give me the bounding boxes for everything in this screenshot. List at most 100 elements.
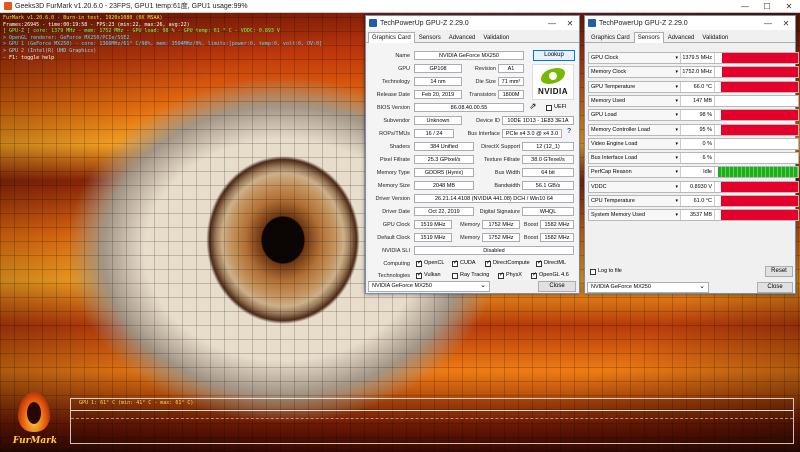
- driver-version-value[interactable]: 26.21.14.4108 (NVIDIA 441.08) DCH / Win1…: [414, 194, 574, 203]
- sensor-dropdown-icon[interactable]: ▾: [675, 125, 678, 135]
- sensor-dropdown-icon[interactable]: ▾: [675, 153, 678, 163]
- reset-button[interactable]: Reset: [765, 266, 793, 277]
- sensor-dropdown-icon[interactable]: ▾: [675, 139, 678, 149]
- sensor-label[interactable]: GPU Load ▾: [589, 110, 681, 121]
- memory-clock-value[interactable]: 1752 MHz: [482, 220, 520, 229]
- technology-value[interactable]: 14 nm: [414, 77, 462, 86]
- gpuz-sensors-window[interactable]: TechPowerUp GPU-Z 2.29.0 — ✕ Graphics Car…: [584, 15, 799, 294]
- sensor-row[interactable]: System Memory Used ▾ 3537 MB: [588, 209, 799, 222]
- sensor-dropdown-icon[interactable]: ▾: [675, 196, 678, 206]
- sensor-label[interactable]: CPU Temperature ▾: [589, 196, 681, 206]
- sensor-dropdown-icon[interactable]: ▾: [675, 182, 678, 192]
- gpu-clock-value[interactable]: 1519 MHz: [414, 220, 452, 229]
- sensor-dropdown-icon[interactable]: ▾: [675, 167, 678, 177]
- sensor-dropdown-icon[interactable]: ▾: [675, 82, 678, 92]
- sensor-dropdown-icon[interactable]: ▾: [675, 67, 678, 77]
- tab-sensors[interactable]: Sensors: [415, 32, 445, 42]
- sensor-row[interactable]: PerfCap Reason ▾ Idle: [588, 166, 799, 179]
- gpu-select-dropdown[interactable]: NVIDIA GeForce MX250: [368, 281, 490, 292]
- memory-size-value[interactable]: 2048 MB: [414, 181, 474, 190]
- technologies-label: Technologies: [377, 273, 410, 279]
- rops-tmus-value[interactable]: 16 / 24: [414, 129, 454, 138]
- device-id-value[interactable]: 10DE 1D13 - 1E83 3E1A: [502, 116, 574, 125]
- sensor-label[interactable]: System Memory Used ▾: [589, 210, 681, 221]
- close-button[interactable]: Close: [538, 281, 576, 292]
- bios-version-value[interactable]: 86.08.40.00.55: [414, 103, 524, 112]
- default-boost-value[interactable]: 1582 MHz: [540, 233, 574, 242]
- boost-value[interactable]: 1582 MHz: [540, 220, 574, 229]
- revision-value[interactable]: A1: [498, 64, 524, 73]
- lookup-button[interactable]: Lookup: [533, 50, 575, 61]
- physx-label: PhysX: [506, 272, 522, 278]
- sensor-row[interactable]: GPU Load ▾ 98 %: [588, 109, 799, 122]
- sensor-row[interactable]: Memory Controller Load ▾ 95 %: [588, 123, 799, 136]
- bandwidth-value[interactable]: 56.1 GB/s: [522, 181, 574, 190]
- vulkan-checkbox[interactable]: Vulkan: [416, 271, 441, 280]
- maximize-icon[interactable]: ☐: [756, 2, 778, 11]
- minimize-icon[interactable]: —: [543, 19, 561, 28]
- sensor-label[interactable]: GPU Clock ▾: [589, 53, 681, 63]
- sensor-label[interactable]: VDDC ▾: [589, 181, 681, 192]
- physx-checkbox[interactable]: PhysX: [498, 271, 522, 280]
- sensor-row[interactable]: GPU Temperature ▾ 66.0 °C: [588, 80, 799, 93]
- subvendor-value[interactable]: Unknown: [414, 116, 462, 125]
- osd-line: > GPU 2 (Intel(R) UHD Graphics): [3, 47, 97, 54]
- tab-advanced[interactable]: Advanced: [445, 32, 480, 42]
- sensor-label[interactable]: Bus Interface Load ▾: [589, 153, 681, 164]
- default-memory-value[interactable]: 1752 MHz: [482, 233, 520, 242]
- close-icon[interactable]: ✕: [778, 2, 800, 11]
- bus-info-icon[interactable]: ?: [567, 128, 571, 135]
- directx-value[interactable]: 12 (12_1): [522, 142, 574, 151]
- texture-fillrate-value[interactable]: 38.0 GTexel/s: [522, 155, 574, 164]
- sensor-row[interactable]: Video Engine Load ▾ 0 %: [588, 137, 799, 150]
- directml-checkbox[interactable]: DirectML: [536, 259, 566, 268]
- bus-width-value[interactable]: 64 bit: [522, 168, 574, 177]
- sensor-dropdown-icon[interactable]: ▾: [675, 53, 678, 63]
- sensor-label[interactable]: PerfCap Reason ▾: [589, 167, 681, 178]
- log-to-file-checkbox[interactable]: Log to file: [590, 267, 622, 276]
- shaders-value[interactable]: 384 Unified: [414, 142, 474, 151]
- sensor-label[interactable]: GPU Temperature ▾: [589, 81, 681, 92]
- gpuz-card-window[interactable]: TechPowerUp GPU-Z 2.29.0 — ✕ Graphics Car…: [365, 15, 580, 294]
- close-button[interactable]: Close: [757, 282, 793, 293]
- cuda-checkbox[interactable]: CUDA: [452, 259, 476, 268]
- transistors-value[interactable]: 1800M: [498, 90, 524, 99]
- sensor-row[interactable]: GPU Clock ▾ 1379.5 MHz: [588, 52, 799, 64]
- sensor-label[interactable]: Memory Clock ▾: [589, 67, 681, 78]
- pixel-fillrate-value[interactable]: 25.3 GPixel/s: [414, 155, 474, 164]
- default-clock-value[interactable]: 1519 MHz: [414, 233, 452, 242]
- sensor-row[interactable]: VDDC ▾ 0.8930 V: [588, 180, 799, 193]
- die-size-value[interactable]: 71 mm²: [498, 77, 524, 86]
- memory-type-value[interactable]: GDDR5 (Hynix): [414, 168, 474, 177]
- release-date-value[interactable]: Feb 20, 2019: [414, 90, 462, 99]
- gpu-select-dropdown[interactable]: NVIDIA GeForce MX250: [587, 282, 709, 293]
- opencl-checkbox[interactable]: OpenCL: [416, 259, 445, 268]
- furmark-titlebar[interactable]: Geeks3D FurMark v1.20.6.0 - 23FPS, GPU1 …: [0, 0, 800, 13]
- directcompute-checkbox[interactable]: DirectCompute: [485, 259, 530, 268]
- gpuz-titlebar[interactable]: TechPowerUp GPU-Z 2.29.0 — ✕: [366, 16, 579, 30]
- opengl-checkbox[interactable]: OpenGL 4.6: [531, 271, 569, 280]
- sensor-dropdown-icon[interactable]: ▾: [675, 110, 678, 120]
- nvidia-sli-value[interactable]: Disabled: [414, 246, 574, 255]
- gpu-value[interactable]: GP108: [414, 64, 462, 73]
- sensor-label[interactable]: Memory Controller Load ▾: [589, 124, 681, 135]
- sensor-row[interactable]: Memory Clock ▾ 1752.0 MHz: [588, 66, 799, 79]
- ray-tracing-checkbox[interactable]: Ray Tracing: [452, 271, 489, 280]
- share-icon[interactable]: ⇗: [529, 101, 537, 112]
- digital-signature-value[interactable]: WHQL: [522, 207, 574, 216]
- sensor-dropdown-icon[interactable]: ▾: [675, 210, 678, 220]
- minimize-icon[interactable]: —: [734, 2, 756, 11]
- sensor-label[interactable]: Memory Used ▾: [589, 95, 681, 106]
- sensor-row[interactable]: Memory Used ▾ 147 MB: [588, 94, 799, 107]
- bus-interface-value[interactable]: PCIe x4 3.0 @ x4 3.0: [502, 129, 562, 138]
- tab-graphics-card[interactable]: Graphics Card: [368, 32, 415, 43]
- driver-date-value[interactable]: Oct 22, 2019: [414, 207, 474, 216]
- sensor-row[interactable]: Bus Interface Load ▾ 6 %: [588, 152, 799, 165]
- uefi-checkbox[interactable]: UEFI: [546, 103, 567, 112]
- tab-validation[interactable]: Validation: [479, 32, 513, 42]
- sensor-label[interactable]: Video Engine Load ▾: [589, 138, 681, 149]
- close-icon[interactable]: ✕: [561, 19, 579, 28]
- name-value[interactable]: NVIDIA GeForce MX250: [414, 51, 524, 60]
- sensor-dropdown-icon[interactable]: ▾: [675, 96, 678, 106]
- sensor-row[interactable]: CPU Temperature ▾ 61.0 °C: [588, 195, 799, 207]
